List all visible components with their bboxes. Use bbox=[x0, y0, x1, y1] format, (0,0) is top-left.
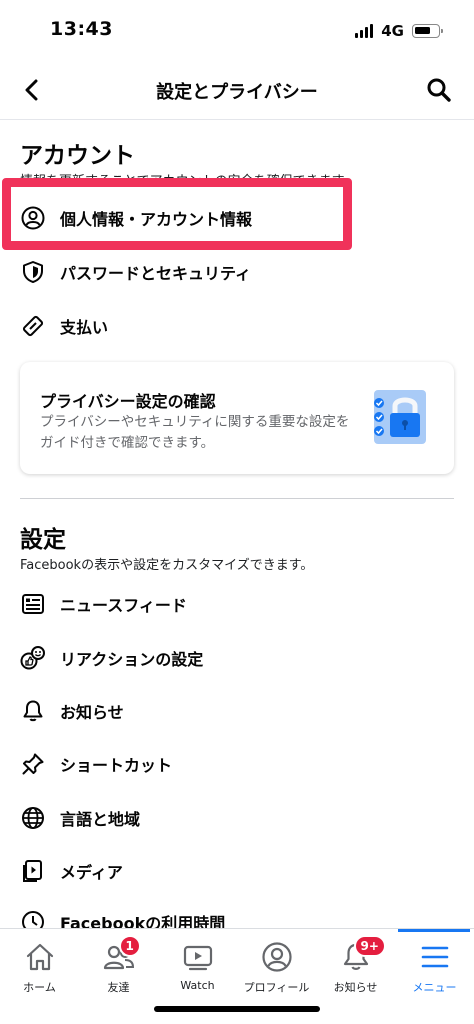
shield-icon bbox=[20, 259, 46, 285]
nav-label: ホーム bbox=[23, 981, 56, 994]
menu-item-news-feed[interactable]: ニュースフィード bbox=[0, 580, 474, 628]
privacy-checkup-card[interactable]: プライバシー設定の確認 プライバシーやセキュリティに関する重要な設定をガイド付き… bbox=[20, 362, 454, 474]
menu-item-label: リアクションの設定 bbox=[60, 650, 204, 669]
nav-label: 友達 bbox=[107, 981, 130, 994]
menu-item-media[interactable]: メディア bbox=[0, 847, 474, 895]
menu-icon bbox=[417, 939, 453, 975]
menu-item-label: 言語と地域 bbox=[60, 810, 141, 829]
home-indicator bbox=[154, 1006, 320, 1012]
search-button[interactable] bbox=[424, 75, 454, 105]
nav-label: お知らせ bbox=[333, 981, 378, 994]
friends-badge: 1 bbox=[118, 935, 141, 957]
nav-notifications[interactable]: 9+ お知らせ bbox=[316, 929, 395, 999]
bell-icon: 9+ bbox=[338, 935, 386, 975]
nav-label: Watch bbox=[180, 979, 215, 992]
nav-home[interactable]: ホーム bbox=[0, 929, 79, 999]
nav-menu[interactable]: メニュー bbox=[395, 929, 474, 999]
media-icon bbox=[20, 858, 46, 884]
news-feed-icon bbox=[20, 591, 46, 617]
network-type: 4G bbox=[381, 22, 404, 40]
status-time: 13:43 bbox=[50, 18, 113, 40]
tag-icon bbox=[20, 313, 46, 339]
status-indicators: 4G bbox=[355, 22, 443, 40]
settings-section-title: 設定 bbox=[20, 527, 66, 553]
account-section-title: アカウント bbox=[20, 143, 135, 169]
menu-item-label: ショートカット bbox=[60, 756, 173, 775]
section-divider bbox=[20, 498, 454, 499]
menu-item-password-security[interactable]: パスワードとセキュリティ bbox=[0, 248, 474, 296]
privacy-card-title: プライバシー設定の確認 bbox=[40, 392, 216, 411]
profile-icon bbox=[259, 939, 295, 975]
watch-icon bbox=[180, 939, 216, 975]
bell-icon bbox=[20, 698, 46, 724]
status-bar: 13:43 4G bbox=[0, 0, 474, 60]
nav-profile[interactable]: プロフィール bbox=[237, 929, 316, 999]
nav-friends[interactable]: 1 友達 bbox=[79, 929, 158, 999]
menu-item-label: パスワードとセキュリティ bbox=[60, 264, 252, 283]
highlight-annotation bbox=[2, 178, 352, 250]
page-title: 設定とプライバシー bbox=[156, 82, 318, 103]
nav-label: メニュー bbox=[412, 981, 457, 994]
menu-item-payments[interactable]: 支払い bbox=[0, 302, 474, 350]
pin-icon bbox=[20, 751, 46, 777]
nav-label: プロフィール bbox=[243, 981, 310, 994]
menu-item-reactions[interactable]: リアクションの設定 bbox=[0, 634, 474, 682]
settings-section-subtitle: Facebookの表示や設定をカスタマイズできます。 bbox=[20, 558, 314, 573]
signal-icon bbox=[355, 24, 374, 38]
menu-item-language-region[interactable]: 言語と地域 bbox=[0, 794, 474, 842]
menu-item-notifications[interactable]: お知らせ bbox=[0, 687, 474, 735]
search-icon bbox=[427, 78, 451, 102]
reaction-icon bbox=[20, 645, 46, 671]
menu-item-label: ニュースフィード bbox=[60, 596, 187, 615]
menu-item-label: 支払い bbox=[60, 318, 109, 337]
menu-item-label: メディア bbox=[60, 863, 123, 882]
lock-checklist-icon bbox=[374, 390, 426, 444]
notifications-badge: 9+ bbox=[353, 935, 386, 957]
menu-item-shortcuts[interactable]: ショートカット bbox=[0, 740, 474, 788]
nav-watch[interactable]: Watch bbox=[158, 929, 237, 999]
home-icon bbox=[22, 939, 58, 975]
friends-icon: 1 bbox=[101, 935, 141, 975]
battery-icon bbox=[412, 24, 443, 38]
globe-icon bbox=[20, 805, 46, 831]
privacy-card-description: プライバシーやセキュリティに関する重要な設定をガイド付きで確認できます。 bbox=[40, 414, 350, 451]
menu-item-label: お知らせ bbox=[60, 703, 124, 722]
header: 設定とプライバシー bbox=[0, 60, 474, 120]
